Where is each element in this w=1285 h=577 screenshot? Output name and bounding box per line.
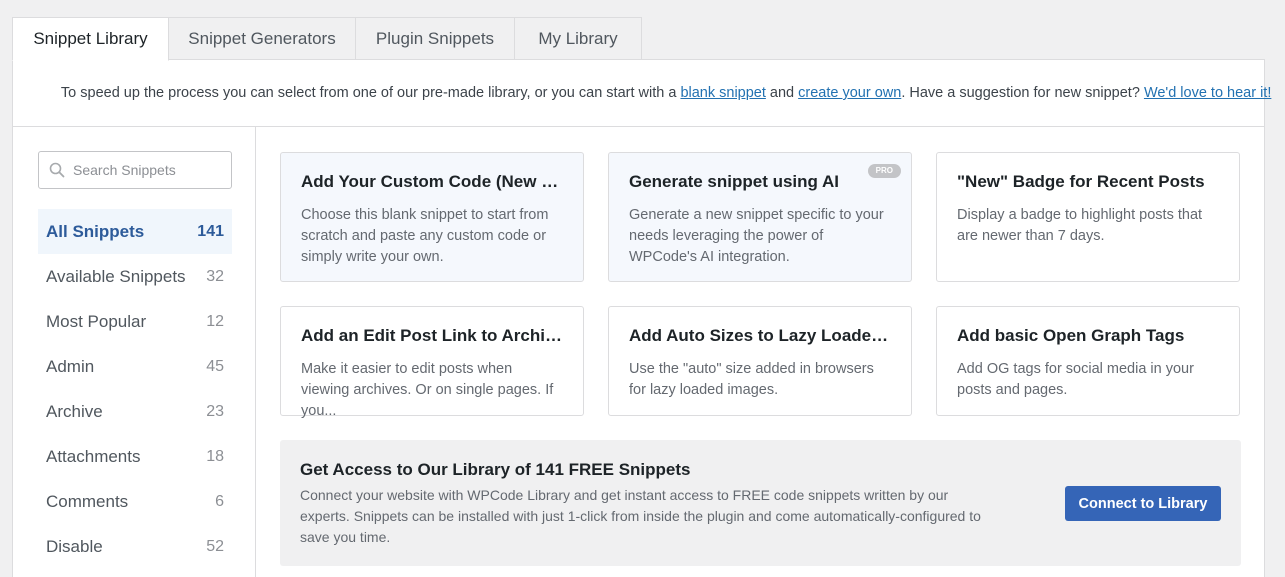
intro-text-1: To speed up the process you can select f… [60, 85, 681, 101]
snippet-card-open-graph[interactable]: Add basic Open Graph Tags Add OG tags fo… [936, 306, 1240, 416]
category-attachments[interactable]: Attachments 18 [38, 434, 232, 479]
tab-bar: Snippet Library Snippet Generators Plugi… [12, 17, 642, 61]
category-count: 18 [206, 447, 224, 465]
category-list: All Snippets 141 Available Snippets 32 Mos… [38, 209, 232, 569]
connect-to-library-button[interactable]: Connect to Library [1065, 486, 1221, 521]
card-title: Add Your Custom Code (New Snippet) [301, 172, 563, 191]
card-title: Add basic Open Graph Tags [957, 326, 1185, 345]
search-box[interactable] [38, 151, 232, 189]
cta-description: Connect your website with WPCode Library… [300, 487, 981, 545]
cta-title: Get Access to Our Library of 141 FREE Sn… [300, 460, 691, 479]
card-description: Display a badge to highlight posts that … [957, 207, 1203, 244]
card-description: Generate a new snippet specific to your … [629, 207, 884, 265]
card-title: Add Auto Sizes to Lazy Loaded images [629, 326, 891, 345]
category-label: Attachments [46, 446, 141, 466]
category-admin[interactable]: Admin 45 [38, 344, 232, 389]
tab-my-library[interactable]: My Library [515, 17, 642, 60]
intro-text: To speed up the process you can select f… [13, 60, 1271, 127]
library-cta-banner: Get Access to Our Library of 141 FREE Sn… [280, 440, 1241, 566]
library-panel: To speed up the process you can select f… [12, 59, 1271, 577]
category-most-popular[interactable]: Most Popular 12 [38, 299, 232, 344]
pro-badge: PRO [867, 164, 901, 178]
create-your-own-link[interactable]: create your own [798, 85, 901, 101]
category-sidebar: All Snippets 141 Available Snippets 32 Mos… [13, 127, 256, 577]
category-comments[interactable]: Comments 6 [38, 479, 232, 524]
card-description: Make it easier to edit posts when viewin… [301, 361, 554, 419]
card-title: Add an Edit Post Link to Archives [301, 326, 563, 345]
search-input[interactable] [73, 162, 223, 178]
category-count: 45 [206, 357, 224, 375]
suggestion-link[interactable]: We'd love to hear it! [1144, 85, 1271, 101]
card-description: Use the "auto" size added in browsers fo… [629, 361, 874, 398]
blank-snippet-link[interactable]: blank snippet [680, 85, 765, 101]
search-icon [49, 162, 65, 178]
tab-snippet-generators[interactable]: Snippet Generators [169, 17, 356, 60]
category-available-snippets[interactable]: Available Snippets 32 [38, 254, 232, 299]
category-all-snippets[interactable]: All Snippets 141 [38, 209, 232, 254]
category-label: All Snippets [46, 221, 145, 241]
card-title: "New" Badge for Recent Posts [957, 172, 1205, 191]
category-label: Admin [46, 356, 95, 376]
snippet-card-new-badge[interactable]: "New" Badge for Recent Posts Display a b… [936, 152, 1240, 282]
category-count: 6 [215, 492, 224, 510]
intro-text-2: and [765, 85, 799, 101]
category-count: 52 [206, 537, 224, 555]
card-description: Add OG tags for social media in your pos… [957, 361, 1194, 398]
category-archive[interactable]: Archive 23 [38, 389, 232, 434]
card-description: Choose this blank snippet to start from … [301, 207, 549, 265]
category-label: Comments [46, 491, 129, 511]
category-label: Most Popular [46, 311, 147, 331]
snippet-card-edit-post-link[interactable]: Add an Edit Post Link to Archives Make i… [280, 306, 584, 419]
snippet-card-custom-code[interactable]: Add Your Custom Code (New Snippet) Choos… [280, 152, 584, 282]
category-label: Available Snippets [46, 266, 186, 286]
category-count: 12 [206, 312, 224, 330]
category-count: 32 [206, 267, 224, 285]
snippet-card-generate-ai[interactable]: PRO Generate snippet using AI Generate a… [608, 152, 912, 282]
card-title: Generate snippet using AI [629, 172, 840, 191]
category-label: Disable [46, 536, 103, 556]
category-count: 141 [197, 222, 224, 240]
snippet-card-auto-sizes[interactable]: Add Auto Sizes to Lazy Loaded images Use… [608, 306, 912, 416]
category-count: 23 [206, 402, 224, 420]
tab-plugin-snippets[interactable]: Plugin Snippets [356, 17, 515, 60]
tab-snippet-library[interactable]: Snippet Library [12, 17, 169, 61]
category-disable[interactable]: Disable 52 [38, 524, 232, 569]
intro-text-3: . Have a suggestion for new snippet? [901, 85, 1144, 101]
category-label: Archive [46, 401, 103, 421]
